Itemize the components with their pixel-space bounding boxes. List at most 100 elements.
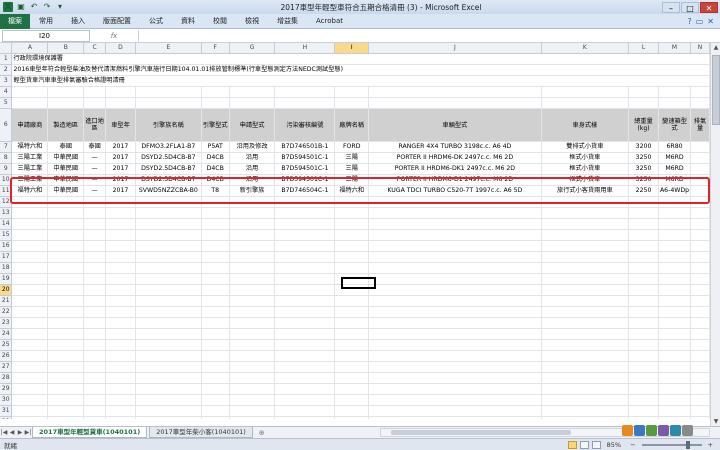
empty-cell[interactable]	[105, 207, 136, 220]
empty-cell[interactable]	[658, 361, 692, 374]
empty-cell[interactable]	[274, 86, 336, 99]
data-cell[interactable]: 泰國	[47, 141, 85, 154]
empty-cell[interactable]	[201, 339, 230, 352]
empty-cell[interactable]	[628, 317, 659, 330]
empty-cell[interactable]	[541, 273, 630, 286]
empty-cell[interactable]	[229, 229, 276, 242]
empty-cell[interactable]	[690, 207, 710, 220]
tray-app-icon-4[interactable]	[658, 425, 669, 436]
empty-cell[interactable]	[135, 295, 202, 308]
column-label-cell[interactable]: 變速箱型式	[658, 108, 692, 143]
data-cell[interactable]: D4CB	[201, 163, 230, 176]
minimize-button[interactable]: –	[662, 1, 680, 13]
empty-cell[interactable]	[83, 350, 107, 363]
empty-cell[interactable]	[690, 251, 710, 264]
empty-cell[interactable]	[201, 317, 230, 330]
empty-cell[interactable]	[47, 229, 85, 242]
data-cell[interactable]: DFMO3.2FLA1-B7	[135, 141, 202, 154]
save-icon[interactable]: ▣	[16, 2, 26, 12]
empty-cell[interactable]	[83, 284, 107, 297]
empty-cell[interactable]	[11, 273, 49, 286]
empty-cell[interactable]	[690, 317, 710, 330]
empty-cell[interactable]	[274, 416, 336, 419]
sheet-tab-diesel-car[interactable]: 2017車型年柴小客(1040101)	[149, 427, 253, 438]
tab-acrobat[interactable]: Acrobat	[307, 14, 352, 29]
empty-cell[interactable]	[690, 416, 710, 419]
column-header-l[interactable]: L	[628, 43, 659, 55]
empty-cell[interactable]	[658, 383, 692, 396]
empty-cell[interactable]	[658, 405, 692, 418]
empty-cell[interactable]	[541, 284, 630, 297]
empty-cell[interactable]	[47, 405, 85, 418]
empty-cell[interactable]	[83, 372, 107, 385]
empty-cell[interactable]	[135, 350, 202, 363]
empty-cell[interactable]	[690, 97, 710, 110]
page-layout-view-button[interactable]	[579, 440, 589, 449]
column-label-cell[interactable]: 總重量(kg)	[628, 108, 659, 143]
empty-cell[interactable]	[541, 405, 630, 418]
empty-cell[interactable]	[658, 97, 692, 110]
empty-cell[interactable]	[135, 372, 202, 385]
empty-cell[interactable]	[201, 361, 230, 374]
column-header-e[interactable]: E	[135, 43, 202, 55]
empty-cell[interactable]	[135, 361, 202, 374]
empty-cell[interactable]	[274, 394, 336, 407]
empty-cell[interactable]	[201, 295, 230, 308]
data-cell[interactable]	[690, 141, 710, 154]
empty-cell[interactable]	[47, 218, 85, 231]
empty-cell[interactable]	[229, 273, 276, 286]
empty-cell[interactable]	[274, 350, 336, 363]
empty-cell[interactable]	[11, 262, 49, 275]
empty-cell[interactable]	[368, 361, 542, 374]
empty-cell[interactable]	[658, 240, 692, 253]
empty-cell[interactable]	[135, 284, 202, 297]
empty-cell[interactable]	[658, 251, 692, 264]
empty-cell[interactable]	[274, 240, 336, 253]
empty-cell[interactable]	[690, 361, 710, 374]
empty-cell[interactable]	[541, 416, 630, 419]
column-label-cell[interactable]: 申請廠商	[11, 108, 49, 143]
empty-cell[interactable]	[229, 251, 276, 264]
empty-cell[interactable]	[47, 284, 85, 297]
data-cell[interactable]: 中華民國	[47, 152, 85, 165]
row-header[interactable]: 6	[0, 108, 13, 143]
empty-cell[interactable]	[541, 207, 630, 220]
empty-cell[interactable]	[11, 361, 49, 374]
empty-cell[interactable]	[658, 284, 692, 297]
empty-cell[interactable]	[11, 251, 49, 264]
empty-cell[interactable]	[229, 295, 276, 308]
empty-cell[interactable]	[541, 295, 630, 308]
column-header-a[interactable]: A	[11, 43, 49, 55]
empty-cell[interactable]	[83, 328, 107, 341]
empty-cell[interactable]	[47, 317, 85, 330]
empty-cell[interactable]	[334, 97, 370, 110]
empty-cell[interactable]	[229, 350, 276, 363]
empty-cell[interactable]	[105, 273, 136, 286]
empty-cell[interactable]	[83, 361, 107, 374]
data-cell[interactable]: DSYD2.5D4CB-B7	[135, 152, 202, 165]
empty-cell[interactable]	[690, 306, 710, 319]
tab-insert[interactable]: 插入	[62, 14, 94, 29]
row-header[interactable]: 20	[0, 284, 13, 297]
data-cell[interactable]: 3250	[628, 152, 659, 165]
empty-cell[interactable]	[47, 207, 85, 220]
title-cell[interactable]: 2016車型年符合輕型柴油及替代清潔燃料引擎汽車施行日期104.01.01排放管…	[11, 64, 710, 77]
empty-cell[interactable]	[368, 229, 542, 242]
empty-cell[interactable]	[541, 361, 630, 374]
data-cell[interactable]: B7D594501C-1	[274, 152, 336, 165]
empty-cell[interactable]	[690, 339, 710, 352]
select-all-corner[interactable]	[0, 43, 13, 55]
data-cell[interactable]: 6R80	[658, 141, 692, 154]
empty-cell[interactable]	[201, 97, 230, 110]
customize-qat-icon[interactable]: ▾	[55, 2, 65, 12]
empty-cell[interactable]	[541, 251, 630, 264]
empty-cell[interactable]	[628, 372, 659, 385]
empty-cell[interactable]	[11, 328, 49, 341]
column-header-f[interactable]: F	[201, 43, 230, 55]
empty-cell[interactable]	[541, 394, 630, 407]
zoom-slider[interactable]	[641, 440, 702, 449]
empty-cell[interactable]	[690, 328, 710, 341]
row-header[interactable]: 21	[0, 295, 13, 308]
empty-cell[interactable]	[105, 86, 136, 99]
empty-cell[interactable]	[368, 405, 542, 418]
